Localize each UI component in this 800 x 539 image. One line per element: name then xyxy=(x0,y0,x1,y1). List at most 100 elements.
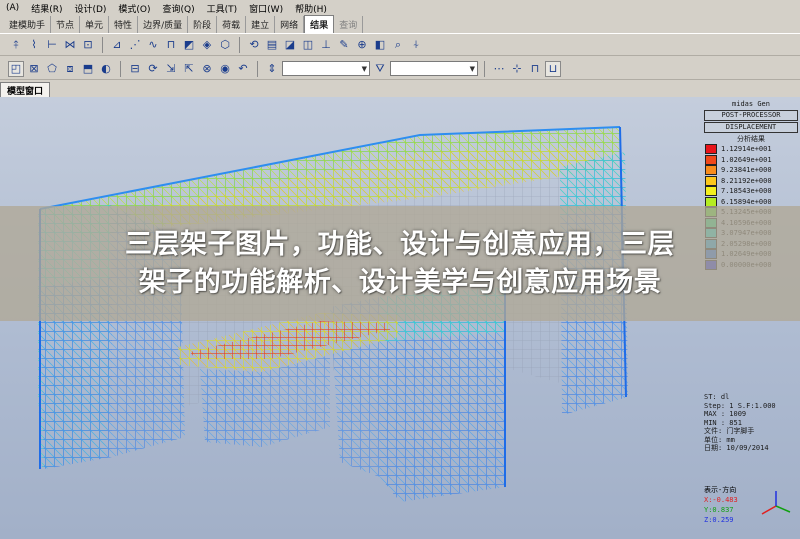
view-toolbar: ◰ ⊠ ⬠ ⧈ ⬒ ◐ ⊟ ⟳ ⇲ ⇱ ⊗ ◉ ↶ ⇕ ▼ ⛛ ▼ ⋯ ⊹ ⊓ … xyxy=(0,58,800,80)
activate-previous-icon[interactable]: ↶ xyxy=(235,61,251,77)
tab-load[interactable]: 荷载 xyxy=(217,16,247,33)
select-plane-icon[interactable]: ⧈ xyxy=(62,61,78,77)
tab-elements[interactable]: 单元 xyxy=(80,16,110,33)
menu-item[interactable]: 窗口(W) xyxy=(243,2,289,15)
displacement-contour-icon[interactable]: ⊿ xyxy=(109,37,125,53)
info-line: Step: 1 S.F:1.000 xyxy=(704,401,776,410)
chevron-down-icon: ▼ xyxy=(469,64,475,73)
axis-y-value: Y:0.837 xyxy=(704,506,734,514)
stress-icon[interactable]: ◩ xyxy=(181,37,197,53)
named-view-combo[interactable]: ▼ xyxy=(390,61,478,76)
model-window-titlebar: 模型窗口 xyxy=(0,81,800,97)
menu-item[interactable]: 工具(T) xyxy=(201,2,244,15)
legend-value: 7.18543e+000 xyxy=(721,187,772,196)
mode-shape-icon[interactable]: ∿ xyxy=(145,37,161,53)
legend-row: 9.23841e+000 xyxy=(705,165,800,176)
legend-color-swatch xyxy=(705,144,717,155)
tab-boundary-mass[interactable]: 边界/质量 xyxy=(138,16,189,33)
legend-value: 1.12914e+001 xyxy=(721,145,772,154)
grid-snap-icon[interactable]: ⋯ xyxy=(491,61,507,77)
legend-value: 8.21192e+000 xyxy=(721,176,772,185)
stage-result-icon[interactable]: ⊕ xyxy=(354,37,370,53)
app-window: (A) 结果(R) 设计(D) 模式(O) 查询(Q) 工具(T) 窗口(W) … xyxy=(0,0,800,539)
info-line: MAX : 1009 xyxy=(704,410,747,418)
truss-icon[interactable]: ⋈ xyxy=(62,37,78,53)
group-combo[interactable]: ▼ xyxy=(282,61,370,76)
menu-item[interactable]: 模式(O) xyxy=(112,2,156,15)
beam-force-icon[interactable]: ⊢ xyxy=(44,37,60,53)
model-window-tab[interactable]: 模型窗口 xyxy=(0,82,51,97)
legend-value: 9.23841e+000 xyxy=(721,166,772,175)
node-snap-icon[interactable]: ⊹ xyxy=(509,61,525,77)
animation-icon[interactable]: ⟲ xyxy=(246,37,262,53)
deform-icon[interactable]: ⌇ xyxy=(26,37,42,53)
select-polygon-icon[interactable]: ⬠ xyxy=(44,61,60,77)
menu-item[interactable]: (A) xyxy=(0,3,25,13)
solid-icon[interactable]: ⬡ xyxy=(217,37,233,53)
legend-row: 1.02649e+001 xyxy=(705,154,800,166)
ribbon-tabs: 建模助手 节点 单元 特性 边界/质量 阶段 荷载 建立 网络 结果 查询 xyxy=(0,15,800,34)
banner-line-1: 三层架子图片，功能、设计与创意应用，三层 xyxy=(125,228,675,260)
unselect-icon[interactable]: ⊟ xyxy=(127,61,143,77)
lock-icon[interactable]: ⊔ xyxy=(545,60,561,77)
result-table-icon[interactable]: ▤ xyxy=(264,37,280,53)
unlock-icon[interactable]: ⊓ xyxy=(527,61,543,77)
filter-icon[interactable]: ⛛ xyxy=(372,61,388,77)
menu-item[interactable]: 设计(D) xyxy=(68,2,112,15)
beam-diagram-icon[interactable]: ⊓ xyxy=(163,37,179,53)
toolbar-separator xyxy=(102,36,103,53)
graph-icon[interactable]: ◪ xyxy=(282,37,298,53)
pin-icon[interactable]: ⍭ xyxy=(408,37,424,53)
plate-icon[interactable]: ⊡ xyxy=(80,37,96,53)
tab-results[interactable]: 结果 xyxy=(304,15,335,33)
select-icon[interactable]: ◰ xyxy=(8,60,24,77)
menu-bar: (A) 结果(R) 设计(D) 模式(O) 查询(Q) 工具(T) 窗口(W) … xyxy=(0,0,800,16)
legend-color-swatch xyxy=(705,186,717,197)
tab-query[interactable]: 查询 xyxy=(334,16,364,33)
section-view-icon[interactable]: ◫ xyxy=(300,37,316,53)
legend-program-name: midas Gen xyxy=(732,100,770,108)
axis-triad-icon xyxy=(761,491,791,515)
select-all-icon[interactable]: ⇲ xyxy=(163,61,179,77)
tab-network[interactable]: 网络 xyxy=(275,16,305,33)
toolbar-separator xyxy=(120,60,121,77)
activate-icon[interactable]: ⇱ xyxy=(181,61,197,77)
query-icon[interactable]: ⌕ xyxy=(390,37,406,53)
info-line: ST: dl xyxy=(704,393,730,401)
axis-z-value: Z:0.259 xyxy=(704,516,734,524)
info-line: MIN : 851 xyxy=(704,418,742,427)
info-line: 文件: 门字脚手 xyxy=(704,427,755,435)
tab-modeling-assistant[interactable]: 建模助手 xyxy=(4,16,52,33)
banner-line-2: 架子的功能解析、设计美学与创意应用场景 xyxy=(138,266,662,298)
history-icon[interactable]: ◧ xyxy=(372,37,388,53)
legend-result-type: DISPLACEMENT xyxy=(704,122,798,133)
view-direction: 表示-方向 X:-0.483 Y:0.837 Z:0.259 xyxy=(704,485,738,525)
tab-build[interactable]: 建立 xyxy=(246,16,276,33)
menu-item[interactable]: 查询(Q) xyxy=(157,2,201,15)
tab-nodes[interactable]: 节点 xyxy=(51,16,81,33)
menu-item[interactable]: 帮助(H) xyxy=(289,2,333,15)
select-property-icon[interactable]: ◐ xyxy=(98,61,114,77)
reaction-icon[interactable]: ⤉ xyxy=(8,37,24,53)
legend-row: 7.18543e+000 xyxy=(705,186,800,197)
menu-item[interactable]: 结果(R) xyxy=(25,2,68,15)
deformed-shape-icon[interactable]: ⋰ xyxy=(127,37,143,53)
legend-color-swatch xyxy=(705,175,717,186)
tab-properties[interactable]: 特性 xyxy=(109,16,139,33)
legend-row: 8.21192e+000 xyxy=(705,175,800,187)
plate-force-icon[interactable]: ◈ xyxy=(199,37,215,53)
legend-row: 1.12914e+001 xyxy=(705,144,800,155)
activate-all-icon[interactable]: ◉ xyxy=(217,61,233,77)
select-window-icon[interactable]: ⊠ xyxy=(26,61,42,77)
inactivate-icon[interactable]: ⊗ xyxy=(199,61,215,77)
element-info-icon[interactable]: ✎ xyxy=(336,37,352,53)
identify-icon[interactable]: ⇕ xyxy=(264,61,280,77)
tab-stage[interactable]: 阶段 xyxy=(188,16,218,33)
legend-postprocessor-label: POST-PROCESSOR xyxy=(704,110,798,121)
select-previous-icon[interactable]: ⟳ xyxy=(145,61,161,77)
local-direction-icon[interactable]: ⊥ xyxy=(318,37,334,53)
chevron-down-icon: ▼ xyxy=(361,64,367,73)
legend-value: 1.02649e+001 xyxy=(721,155,772,164)
select-volume-icon[interactable]: ⬒ xyxy=(80,61,96,77)
results-toolbar: ⤉ ⌇ ⊢ ⋈ ⊡ ⊿ ⋰ ∿ ⊓ ◩ ◈ ⬡ ⟲ ▤ ◪ ◫ ⊥ ✎ ⊕ ◧ … xyxy=(0,34,800,56)
